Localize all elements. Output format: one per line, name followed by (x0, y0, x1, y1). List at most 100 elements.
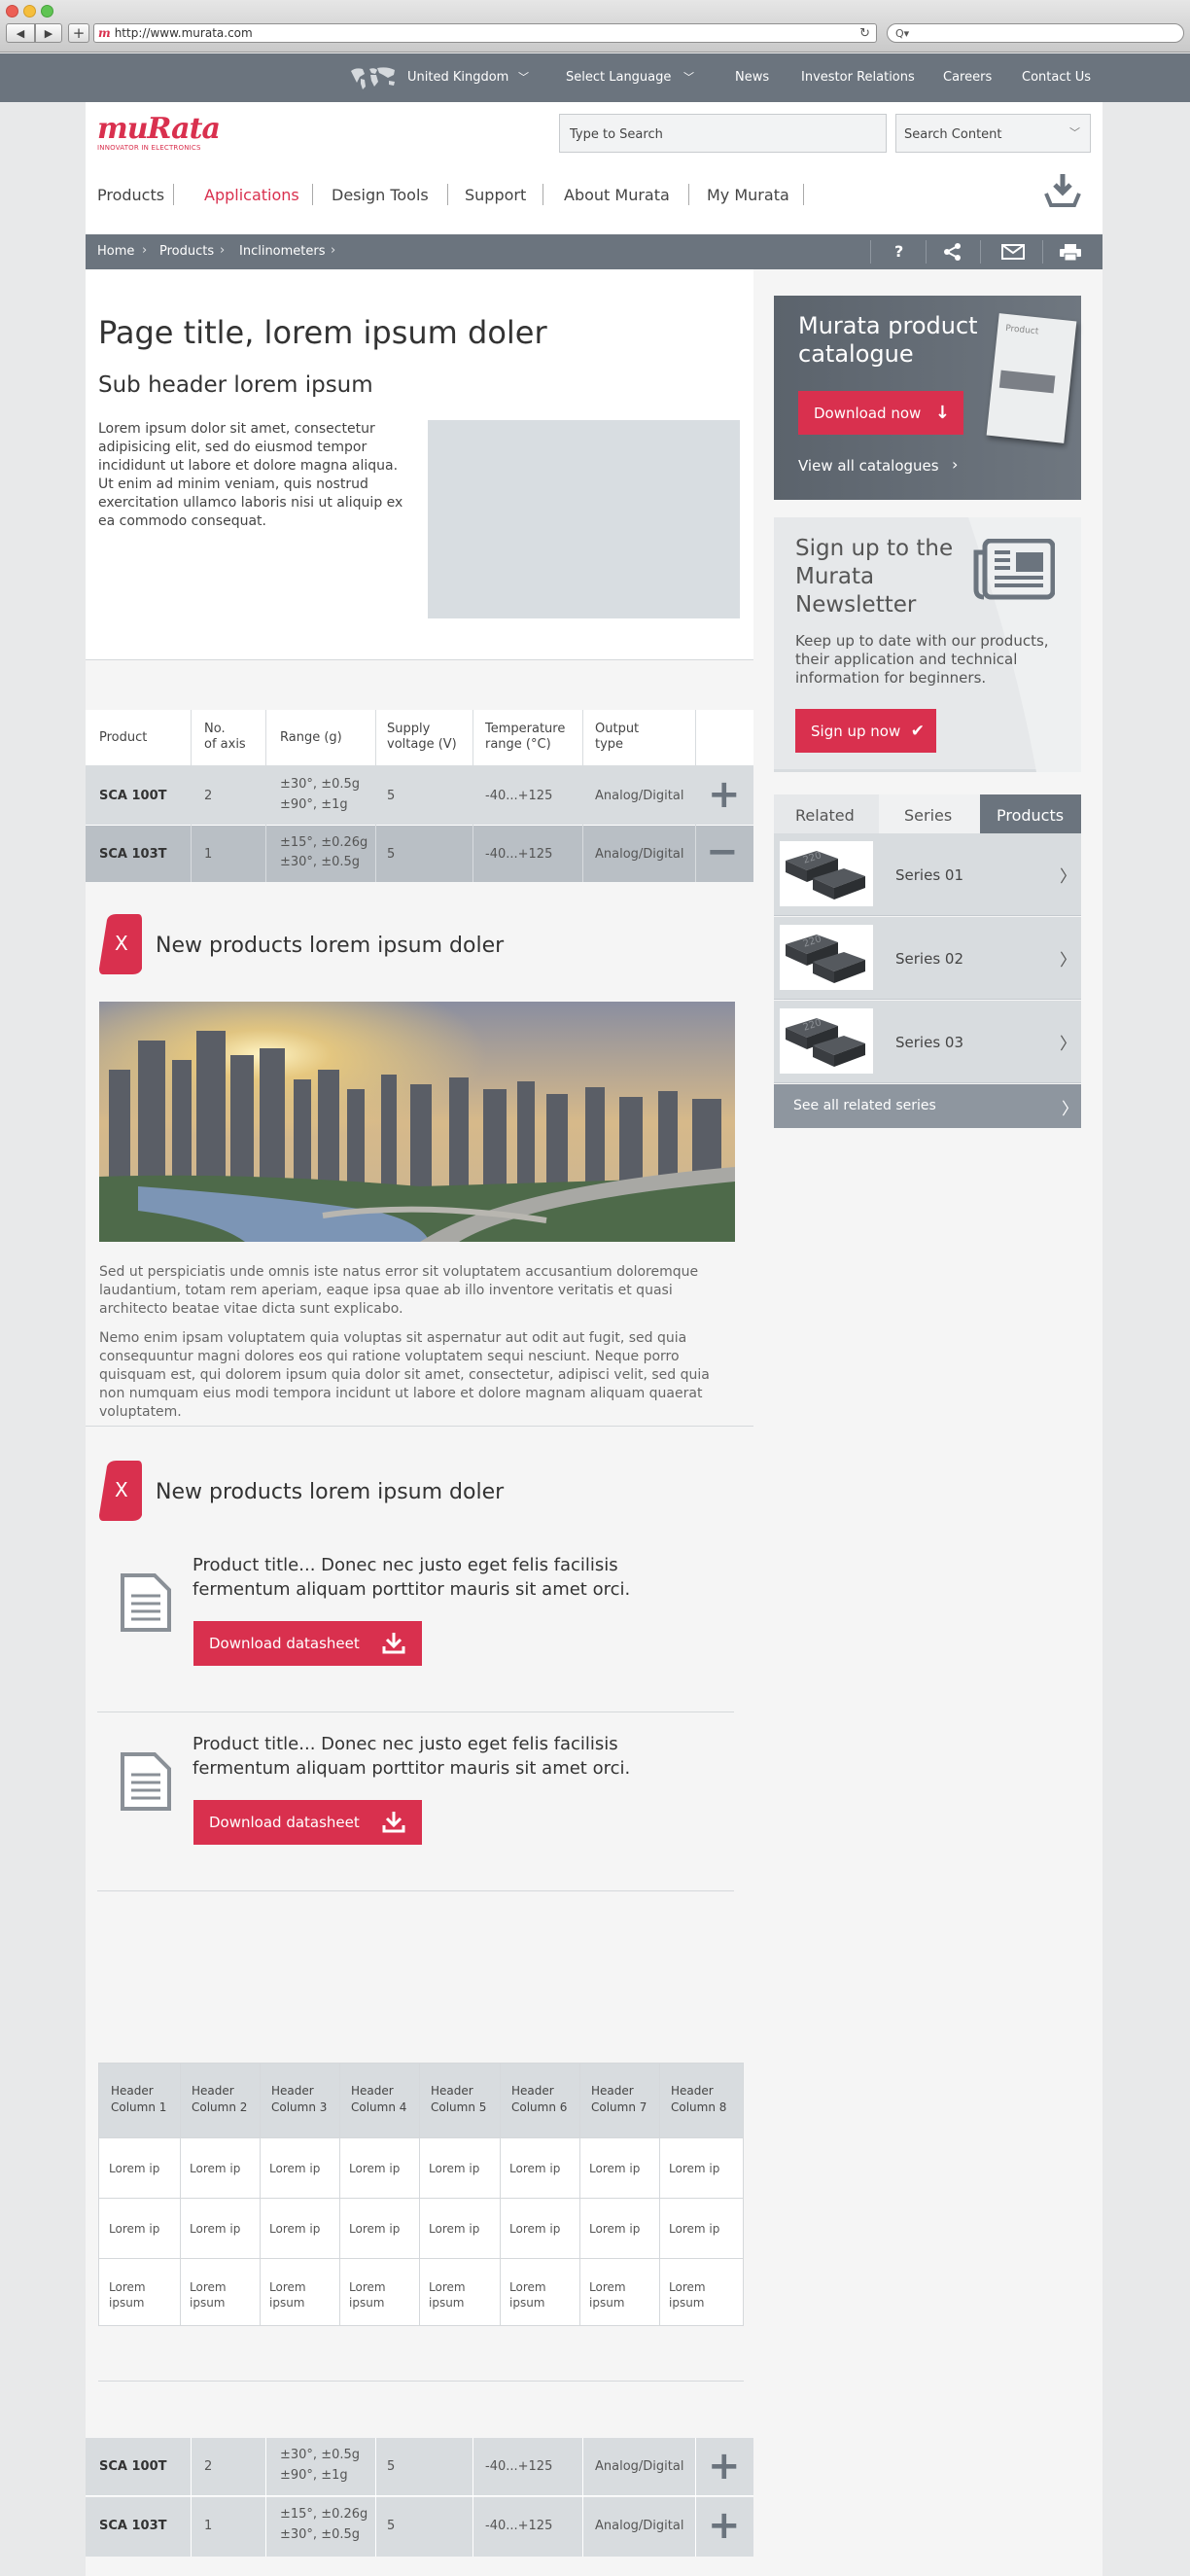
table-row[interactable]: SCA 103T 1 ±15°, ±0.26g ±30°, ±0.5g 5 -4… (86, 826, 753, 882)
back-button[interactable]: ◀ (6, 23, 35, 43)
datasheets-section: X New products lorem ipsum doler Product… (86, 1427, 753, 1959)
button-label: Download datasheet (209, 1814, 360, 1831)
reload-icon[interactable]: ↻ (859, 26, 870, 41)
series-list-item[interactable]: 220 Series 01 〉 (774, 833, 1081, 916)
nav-divider (542, 184, 543, 205)
series-list-item[interactable]: 220 Series 03 〉 (774, 1001, 1081, 1083)
download-catalogue-button[interactable]: Download now ↓ (798, 391, 963, 435)
nav-about-murata[interactable]: About Murata (564, 186, 670, 204)
sign-up-now-button[interactable]: Sign up now ✔ (795, 709, 936, 753)
nav-products[interactable]: Products (97, 186, 164, 204)
grid-header-cell: Header Column 3 (271, 2084, 328, 2114)
breadcrumb-home[interactable]: Home (97, 244, 134, 259)
download-tray-icon[interactable] (1043, 172, 1082, 209)
bottom-product-table: SCA 100T 2 ±30°, ±0.5g ±90°, ±1g 5 -40..… (86, 2438, 753, 2557)
city-skyline-image (99, 1002, 735, 1242)
forward-button[interactable]: ▶ (35, 23, 62, 43)
page-title: Page title, lorem ipsum doler (98, 314, 547, 351)
download-datasheet-button[interactable]: Download datasheet (193, 1621, 422, 1666)
cell-temperature: -40...+125 (485, 2519, 553, 2533)
browser-search-field[interactable]: Q▾ (887, 23, 1184, 43)
cell-product: SCA 103T (99, 847, 167, 862)
address-bar[interactable]: m http://www.murata.com ↻ (93, 23, 877, 43)
col-header-range: Range (g) (280, 730, 342, 745)
product-table: Product No. of axis Range (g) Supply vol… (86, 710, 753, 882)
breadcrumb: Home › Products › Inclinometers › ? (86, 234, 1102, 269)
region-selector[interactable]: United Kingdom (407, 70, 508, 85)
collapse-minus-icon[interactable]: − (706, 829, 739, 875)
topbar-link-careers[interactable]: Careers (943, 70, 992, 85)
see-all-series-link[interactable]: See all related series 〉 (774, 1084, 1081, 1128)
print-icon[interactable] (1059, 243, 1082, 262)
newsletter-signup: Sign up to the Murata Newsletter Keep up… (774, 517, 1081, 772)
toolbar-divider (926, 240, 927, 264)
search-scope-label: Search Content (904, 127, 1002, 142)
help-icon[interactable]: ? (894, 242, 903, 261)
breadcrumb-chevron-icon: › (220, 243, 226, 258)
grid-column-divider (500, 2064, 501, 2325)
cell-temperature: -40...+125 (485, 2459, 553, 2474)
cell-range-line1: ±30°, ±0.5g (280, 2448, 361, 2462)
grid-cell: Lorem ipsum (429, 2280, 466, 2310)
table-row[interactable]: SCA 100T 2 ±30°, ±0.5g ±90°, ±1g 5 -40..… (86, 2438, 753, 2496)
section-badge: X (99, 1461, 142, 1525)
nav-applications[interactable]: Applications (204, 186, 299, 204)
chevron-right-icon: 〉 (1062, 1100, 1078, 1119)
series-thumbnail: 220 (780, 841, 873, 906)
cell-axis: 2 (204, 2459, 213, 2474)
series-list-item[interactable]: 220 Series 02 〉 (774, 917, 1081, 1000)
expand-plus-icon[interactable]: + (708, 2443, 741, 2489)
close-window-icon[interactable] (6, 5, 18, 18)
grid-cell: Lorem ipsum (509, 2280, 546, 2310)
cell-output: Analog/Digital (595, 2459, 684, 2474)
table-row[interactable]: SCA 100T 2 ±30°, ±0.5g ±90°, ±1g 5 -40..… (86, 765, 753, 826)
breadcrumb-inclinometers[interactable]: Inclinometers (239, 244, 326, 259)
breadcrumb-products[interactable]: Products (159, 244, 214, 259)
expand-plus-icon[interactable]: + (708, 771, 741, 818)
logo-wordmark: muRata (97, 112, 221, 146)
region-chevron-down-icon[interactable]: ﹀ (518, 69, 529, 85)
tab-related[interactable]: Related (795, 806, 855, 825)
share-icon[interactable] (943, 243, 962, 261)
download-datasheet-button[interactable]: Download datasheet (193, 1800, 422, 1845)
grid-cell: Lorem ip (190, 2222, 241, 2236)
topbar-link-news[interactable]: News (735, 70, 769, 85)
document-icon (121, 1573, 171, 1632)
minimize-window-icon[interactable] (23, 5, 36, 18)
maximize-window-icon[interactable] (41, 5, 53, 18)
grid-cell: Lorem ipsum (269, 2280, 306, 2310)
search-icon: Q▾ (895, 26, 910, 40)
topbar-link-investor-relations[interactable]: Investor Relations (801, 70, 915, 85)
new-tab-button[interactable]: + (68, 23, 89, 43)
component-chip-image (786, 935, 865, 983)
email-icon[interactable] (1001, 244, 1025, 260)
expand-plus-icon[interactable]: + (708, 2502, 741, 2549)
view-all-catalogues-link[interactable]: View all catalogues (798, 457, 939, 475)
search-scope-dropdown[interactable]: Search Content ﹀ (895, 114, 1091, 153)
product-title: Product title... Donec nec justo eget fe… (192, 1734, 631, 1779)
topbar-link-contact-us[interactable]: Contact Us (1022, 70, 1091, 85)
cell-voltage: 5 (387, 847, 396, 862)
site-search-input[interactable]: Type to Search (559, 114, 887, 153)
nav-divider (312, 184, 313, 205)
tab-series[interactable]: Series (879, 794, 980, 833)
language-chevron-down-icon[interactable]: ﹀ (683, 69, 694, 85)
language-selector[interactable]: Select Language (566, 70, 671, 85)
nav-design-tools[interactable]: Design Tools (332, 186, 429, 204)
main-content: Page title, lorem ipsum doler Sub header… (86, 269, 753, 2576)
button-label: Sign up now (811, 722, 901, 740)
nav-divider (803, 184, 804, 205)
series-thumbnail: 220 (780, 925, 873, 990)
section-title: New products lorem ipsum doler (156, 1480, 505, 1504)
murata-logo[interactable]: muRata INNOVATOR IN ELECTRONICS (97, 112, 221, 152)
table-row[interactable]: SCA 103T 1 ±15°, ±0.26g ±30°, ±0.5g 5 -4… (86, 2497, 753, 2557)
document-icon (121, 1752, 171, 1811)
tab-products[interactable]: Products (980, 794, 1081, 833)
grid-cell: Lorem ip (669, 2162, 720, 2175)
cell-range-line1: ±15°, ±0.26g (280, 2507, 368, 2522)
grid-column-divider (180, 2064, 181, 2325)
nav-my-murata[interactable]: My Murata (707, 186, 789, 204)
grid-cell: Lorem ip (349, 2222, 401, 2236)
sidebar: Murata product catalogue Product Downloa… (753, 269, 1102, 2576)
nav-support[interactable]: Support (465, 186, 526, 204)
